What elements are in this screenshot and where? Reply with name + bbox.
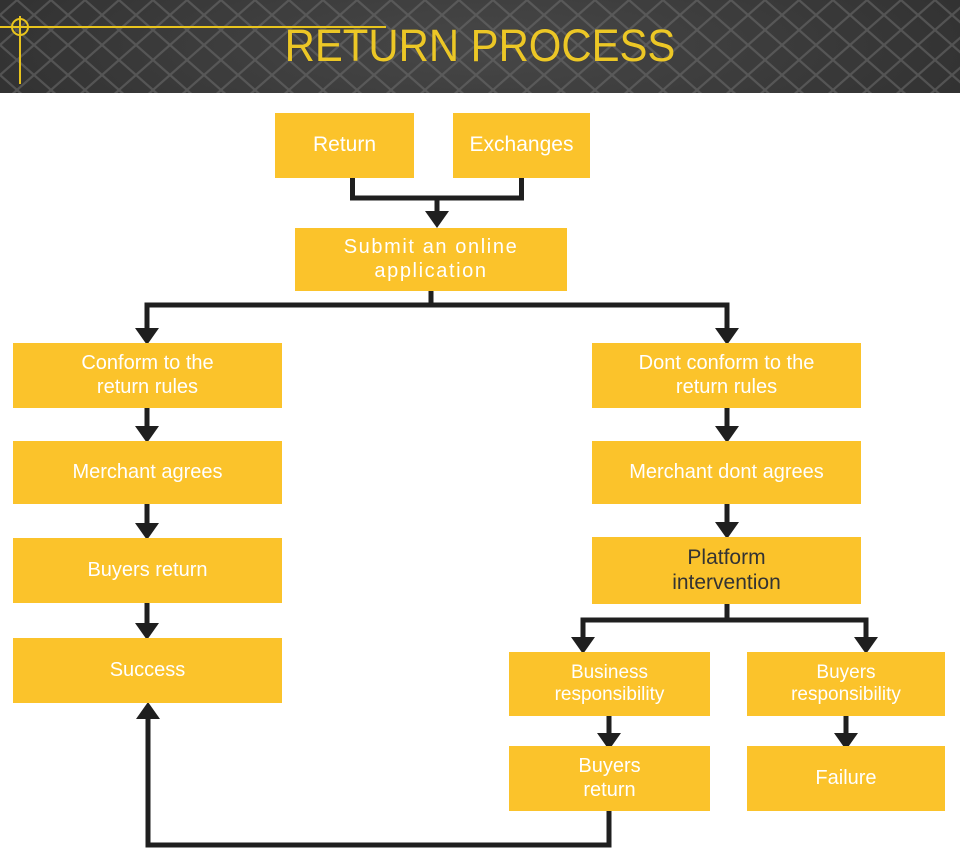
edge-return-exchanges-merge bbox=[350, 178, 524, 201]
edge-platform-to-buyers-resp bbox=[724, 604, 869, 645]
edge-submit-to-conform bbox=[144, 291, 434, 336]
node-merchant-agrees[interactable]: Merchant agrees bbox=[13, 441, 282, 504]
node-exchanges[interactable]: Exchanges bbox=[453, 113, 590, 178]
node-buyers-return-left[interactable]: Buyers return bbox=[13, 538, 282, 603]
node-merchant-dont-agrees[interactable]: Merchant dont agrees bbox=[592, 441, 861, 504]
page-header: RETURN PROCESS bbox=[0, 0, 960, 93]
corner-circle-icon bbox=[11, 18, 29, 36]
node-business-responsibility[interactable]: Business responsibility bbox=[509, 652, 710, 716]
node-submit-online-application[interactable]: Submit an online application bbox=[295, 228, 567, 291]
node-failure[interactable]: Failure bbox=[747, 746, 945, 811]
flowchart-canvas: Return Exchanges Submit an online applic… bbox=[0, 93, 960, 850]
node-return[interactable]: Return bbox=[275, 113, 414, 178]
arrowhead-feedback-into-success bbox=[136, 702, 160, 719]
edge-platform-to-business-resp bbox=[580, 604, 730, 645]
node-buyers-return-right[interactable]: Buyers return bbox=[509, 746, 710, 811]
edge-submit-to-dontconform bbox=[428, 291, 730, 336]
node-platform-intervention[interactable]: Platform intervention bbox=[592, 537, 861, 604]
node-conform-to-return-rules[interactable]: Conform to the return rules bbox=[13, 343, 282, 408]
arrowhead-into-submit bbox=[425, 211, 449, 228]
node-buyers-responsibility[interactable]: Buyers responsibility bbox=[747, 652, 945, 716]
node-success[interactable]: Success bbox=[13, 638, 282, 703]
page-title: RETURN PROCESS bbox=[284, 19, 676, 71]
node-dont-conform-to-return-rules[interactable]: Dont conform to the return rules bbox=[592, 343, 861, 408]
